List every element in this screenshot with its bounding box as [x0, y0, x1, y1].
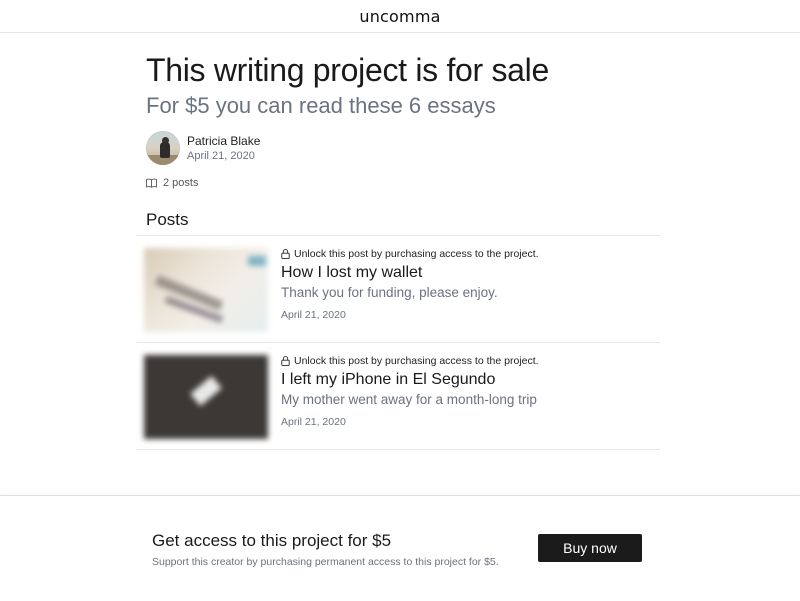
post-excerpt: Thank you for funding, please enjoy. — [281, 285, 498, 300]
page-subtitle: For $5 you can read these 6 essays — [146, 93, 496, 118]
purchase-subtitle: Support this creator by purchasing perma… — [152, 556, 499, 568]
book-icon — [146, 178, 157, 188]
lock-icon — [281, 356, 290, 366]
purchase-title: Get access to this project for $5 — [152, 531, 392, 550]
publish-date: April 21, 2020 — [187, 149, 255, 162]
lock-icon — [281, 249, 290, 259]
posts-count-label: 2 posts — [163, 177, 199, 189]
posts-heading: Posts — [146, 210, 189, 229]
post-title[interactable]: How I lost my wallet — [281, 263, 651, 283]
post-item[interactable]: Unlock this post by purchasing access to… — [136, 343, 660, 450]
post-excerpt: My mother went away for a month-long tri… — [281, 392, 537, 407]
page-title: This writing project is for sale — [146, 52, 549, 88]
post-thumbnail[interactable] — [144, 355, 268, 439]
top-bar: uncomma — [0, 0, 800, 33]
avatar[interactable] — [146, 131, 180, 165]
lock-notice: Unlock this post by purchasing access to… — [281, 247, 651, 261]
author-name[interactable]: Patricia Blake — [187, 134, 260, 149]
posts-count: 2 posts — [146, 177, 198, 189]
post-thumbnail[interactable] — [144, 248, 268, 332]
post-title[interactable]: I left my iPhone in El Segundo — [281, 370, 651, 390]
purchase-footer: Get access to this project for $5 Suppor… — [0, 495, 800, 601]
brand-logo[interactable]: uncomma — [359, 7, 440, 26]
post-date: April 21, 2020 — [281, 309, 346, 321]
author-block: Patricia Blake April 21, 2020 — [146, 130, 260, 166]
lock-notice: Unlock this post by purchasing access to… — [281, 354, 651, 368]
post-list: Unlock this post by purchasing access to… — [136, 235, 660, 450]
buy-now-button[interactable]: Buy now — [538, 534, 642, 562]
main-content: This writing project is for sale For $5 … — [0, 33, 800, 495]
post-item[interactable]: Unlock this post by purchasing access to… — [136, 236, 660, 343]
post-date: April 21, 2020 — [281, 416, 346, 428]
